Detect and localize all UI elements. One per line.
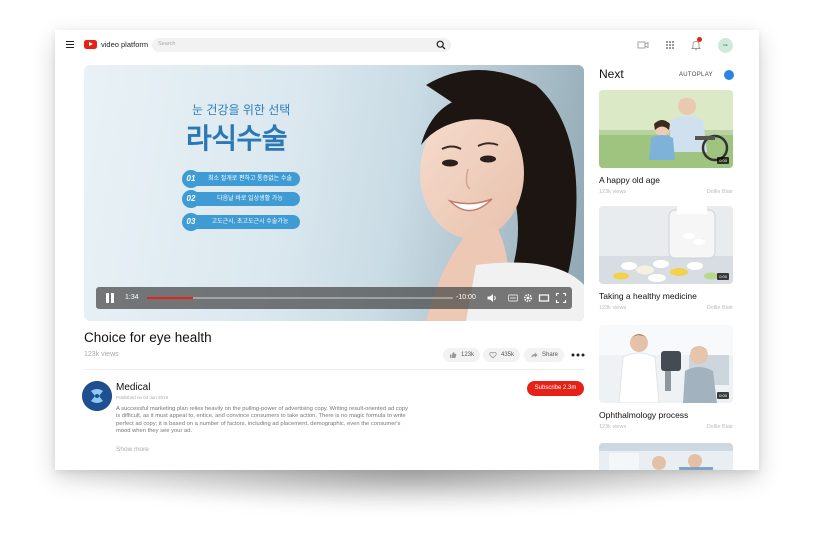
current-time: 1:34 bbox=[125, 294, 139, 301]
subscribe-button[interactable]: Subscribe 2.3m bbox=[527, 381, 584, 396]
video-title: Choice for eye health bbox=[84, 330, 212, 345]
progress-bar[interactable] bbox=[147, 297, 453, 299]
next-heading: Next bbox=[599, 67, 624, 81]
publish-date: Published on 04 Jun 2019 bbox=[116, 395, 169, 400]
view-count: 123k views bbox=[84, 351, 119, 358]
menu-icon[interactable] bbox=[66, 41, 74, 49]
apps-grid-icon[interactable] bbox=[664, 39, 676, 51]
suggested-video-card[interactable] bbox=[599, 443, 733, 470]
volume-icon[interactable] bbox=[486, 292, 498, 304]
suggested-video-card[interactable]: 0:00 Taking a healthy medicine 123k view… bbox=[599, 206, 733, 316]
video-thumbnail[interactable] bbox=[599, 443, 733, 470]
video-player[interactable]: 눈 건강을 위한 선택 라식수술 01 최소 절개로 편하고 통증없는 수술 0… bbox=[84, 65, 584, 321]
medical-logo-icon bbox=[82, 381, 112, 411]
top-bar: video platform Search DE bbox=[55, 30, 759, 60]
user-avatar[interactable]: DE bbox=[718, 38, 733, 53]
channel-avatar[interactable] bbox=[82, 381, 112, 411]
card-title[interactable]: Taking a healthy medicine bbox=[599, 291, 697, 301]
share-icon bbox=[531, 352, 538, 358]
notification-badge bbox=[697, 37, 702, 42]
video-camera-icon[interactable] bbox=[637, 39, 649, 51]
ad-feature-number: 03 bbox=[182, 213, 200, 231]
settings-gear-icon[interactable] bbox=[522, 292, 534, 304]
logo-play-icon[interactable] bbox=[84, 40, 97, 49]
video-duration: 0:00 bbox=[717, 273, 729, 280]
show-more-link[interactable]: Show more bbox=[116, 446, 149, 453]
ad-feature-text: 최소 절개로 편하고 통증없는 수술 bbox=[190, 172, 300, 186]
autoplay-label: AUTOPLAY bbox=[679, 72, 713, 78]
divider bbox=[84, 369, 584, 370]
ad-feature-number: 01 bbox=[182, 170, 200, 188]
like-count: 123k bbox=[461, 352, 475, 358]
progress-fill bbox=[147, 297, 193, 299]
suggested-video-card[interactable]: 0:00 Ophthalmology process 123k views Do… bbox=[599, 325, 733, 435]
theater-mode-icon[interactable] bbox=[538, 292, 550, 304]
pause-icon[interactable] bbox=[106, 293, 114, 303]
video-thumbnail[interactable]: 0:00 bbox=[599, 206, 733, 284]
card-title[interactable]: A happy old age bbox=[599, 175, 660, 185]
captions-icon[interactable] bbox=[507, 292, 519, 304]
video-thumbnail[interactable]: 0:00 bbox=[599, 325, 733, 403]
ad-title: 라식수술 bbox=[186, 123, 288, 154]
logo-text[interactable]: video platform bbox=[101, 40, 148, 49]
search-icon[interactable] bbox=[436, 40, 446, 50]
heart-icon bbox=[489, 351, 497, 359]
card-author[interactable]: Dollie Blair bbox=[707, 424, 733, 430]
suggested-video-card[interactable]: 0:00 A happy old age 123k views Dollie B… bbox=[599, 90, 733, 200]
elderly-family-image bbox=[599, 90, 733, 168]
share-label: Share bbox=[542, 352, 559, 358]
woman-portrait-image bbox=[420, 70, 584, 321]
autoplay-toggle[interactable] bbox=[724, 70, 734, 80]
ad-feature-text: 다음날 바로 일상생활 가능 bbox=[190, 192, 300, 206]
ad-feature-number: 02 bbox=[182, 190, 200, 208]
player-controls: 1:34 -10:00 bbox=[96, 287, 572, 309]
ad-feature-text: 고도근시, 초고도근시 수술가능 bbox=[190, 215, 300, 229]
video-duration: 0:00 bbox=[717, 157, 729, 164]
card-views: 123k views bbox=[599, 305, 627, 311]
eye-exam-image bbox=[599, 325, 733, 403]
remaining-time: -10:00 bbox=[456, 294, 476, 301]
app-window: video platform Search DE 눈 건강을 위한 선택 라식수… bbox=[55, 30, 759, 470]
search-input[interactable]: Search bbox=[158, 41, 175, 47]
thumbs-up-icon bbox=[450, 352, 457, 358]
fullscreen-icon[interactable] bbox=[555, 292, 567, 304]
card-author[interactable]: Dollie Blair bbox=[707, 189, 733, 195]
card-title[interactable]: Ophthalmology process bbox=[599, 410, 688, 420]
channel-name[interactable]: Medical bbox=[116, 382, 150, 393]
card-author[interactable]: Dollie Blair bbox=[707, 305, 733, 311]
search-bar[interactable]: Search bbox=[152, 38, 451, 52]
like-button[interactable]: 123k bbox=[443, 348, 481, 362]
card-views: 123k views bbox=[599, 189, 627, 195]
video-thumbnail[interactable]: 0:00 bbox=[599, 90, 733, 168]
share-button[interactable]: Share bbox=[524, 348, 565, 362]
favorite-button[interactable]: 435k bbox=[483, 348, 521, 362]
ad-subtitle: 눈 건강을 위한 선택 bbox=[192, 103, 291, 117]
card-views: 123k views bbox=[599, 424, 627, 430]
video-description: A successful marketing plan relies heavi… bbox=[116, 406, 409, 435]
more-options-icon[interactable] bbox=[571, 353, 585, 357]
favorite-count: 435k bbox=[501, 352, 515, 358]
medicine-pills-image bbox=[599, 206, 733, 284]
video-duration: 0:00 bbox=[717, 392, 729, 399]
hospital-ward-image bbox=[599, 443, 733, 470]
